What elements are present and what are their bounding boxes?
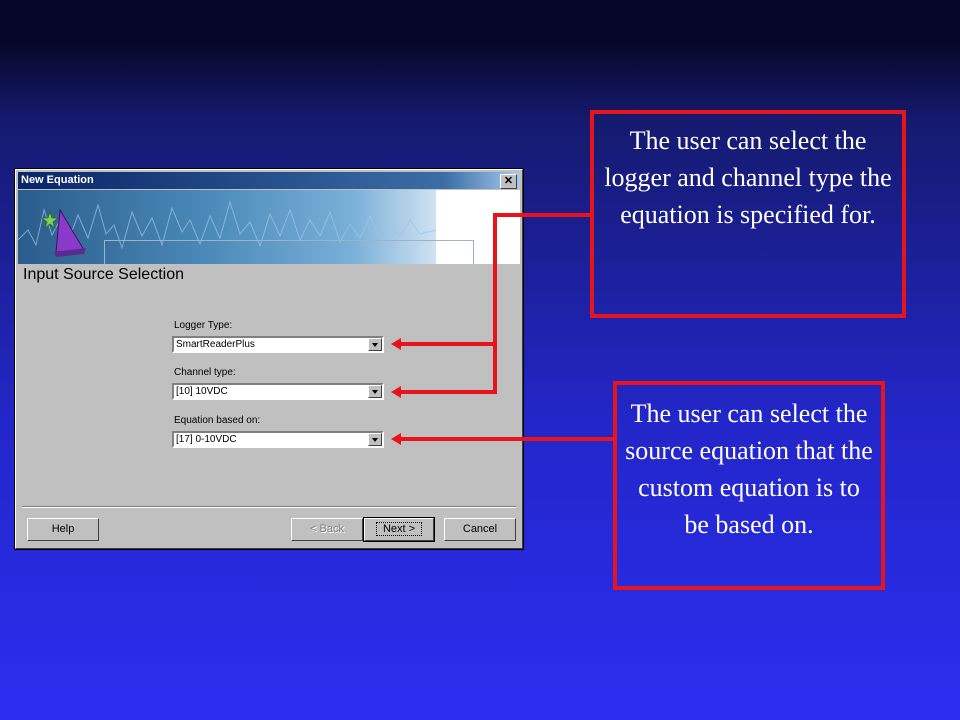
callout-logger-channel: The user can select the logger and chann… — [590, 110, 906, 318]
chevron-down-icon[interactable] — [368, 338, 382, 351]
equation-based-on-value: [17] 0-10VDC — [176, 434, 237, 445]
help-button[interactable]: Help — [27, 518, 99, 541]
top-bar — [0, 0, 960, 44]
page-heading: Input Source Selection — [23, 266, 184, 283]
equation-based-on-label: Equation based on: — [174, 415, 261, 426]
close-icon: ✕ — [503, 175, 514, 187]
equation-based-on-select[interactable]: [17] 0-10VDC — [172, 431, 384, 448]
arrowhead-icon — [391, 433, 401, 445]
connector-line — [399, 342, 495, 346]
channel-type-select[interactable]: [10] 10VDC — [172, 383, 384, 400]
arrowhead-icon — [391, 338, 401, 350]
connector-line — [495, 213, 591, 217]
logger-type-select[interactable]: SmartReaderPlus — [172, 336, 384, 353]
dialog-titlebar[interactable]: New Equation ✕ — [18, 172, 520, 189]
wizard-hat-icon — [40, 208, 86, 257]
chevron-down-icon[interactable] — [368, 385, 382, 398]
logger-type-value: SmartReaderPlus — [176, 339, 255, 350]
callout-source-equation: The user can select the source equation … — [613, 381, 885, 590]
banner-frame — [104, 240, 474, 264]
dialog-title: New Equation — [21, 174, 94, 186]
close-button[interactable]: ✕ — [500, 174, 517, 189]
wizard-banner — [18, 190, 520, 264]
button-separator — [22, 506, 516, 508]
new-equation-dialog: New Equation ✕ Input Source Selection Lo… — [14, 168, 524, 550]
logger-type-label: Logger Type: — [174, 320, 233, 331]
callout-logger-text: The user can select the logger and chann… — [604, 126, 892, 229]
connector-line — [493, 213, 497, 394]
next-button-label: Next > — [375, 522, 423, 536]
callout-source-text: The user can select the source equation … — [625, 399, 873, 539]
next-button[interactable]: Next > — [363, 517, 435, 542]
chevron-down-icon[interactable] — [368, 433, 382, 446]
channel-type-label: Channel type: — [174, 367, 236, 378]
arrowhead-icon — [391, 386, 401, 398]
connector-line — [399, 390, 495, 394]
connector-line — [399, 437, 614, 441]
cancel-button[interactable]: Cancel — [444, 518, 516, 541]
channel-type-value: [10] 10VDC — [176, 386, 228, 397]
back-button[interactable]: < Back — [291, 518, 363, 541]
